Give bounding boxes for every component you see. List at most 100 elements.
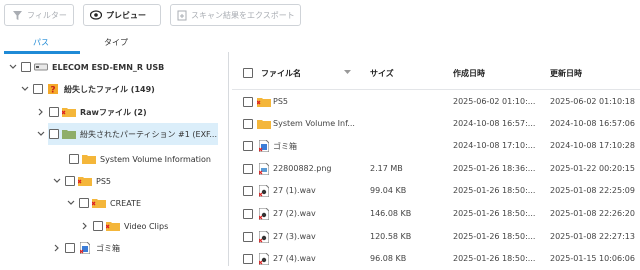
file-created: 2025-01-26 18:50:... [453, 209, 536, 218]
preview-button[interactable]: プレビュー [83, 4, 161, 26]
file-name: 27 (4).wav [273, 254, 316, 263]
column-header-modified[interactable]: 更新日時 [550, 68, 582, 79]
eye-icon [90, 9, 102, 21]
file-name: 22800882.png [273, 164, 332, 173]
row-checkbox[interactable] [243, 209, 253, 219]
tree-item-create[interactable]: CREATE [0, 192, 228, 214]
column-header-size[interactable]: サイズ [370, 68, 394, 79]
file-modified: 2024-10-08 16:57:06 [550, 119, 635, 128]
tree-label: 紛失したファイル (149) [64, 84, 155, 94]
preview-label: プレビュー [106, 10, 146, 20]
row-checkbox[interactable] [243, 97, 253, 107]
select-all-checkbox[interactable] [243, 68, 253, 78]
table-row[interactable]: 27 (1).wav 99.04 KB 2025-01-26 18:50:...… [232, 180, 640, 202]
chevron-down-icon[interactable] [66, 198, 76, 208]
trash-file-icon [257, 140, 271, 152]
chevron-right-icon[interactable] [80, 221, 90, 231]
table-row[interactable]: ゴミ箱 2024-10-08 17:10:... 2024-10-08 17:1… [232, 135, 640, 157]
tree-label: ELECOM ESD-EMN_R USB [52, 62, 165, 72]
file-name: PS5 [273, 97, 288, 106]
filter-label: フィルター [27, 10, 67, 20]
file-created: 2024-10-08 17:10:... [453, 141, 536, 150]
drive-icon [34, 61, 48, 73]
checkbox[interactable] [65, 243, 75, 253]
tree-item-ps5[interactable]: PS5 [0, 170, 228, 192]
folder-lost-icon [92, 197, 106, 209]
tree-label: CREATE [110, 198, 141, 208]
trash-file-icon [78, 242, 92, 254]
table-row[interactable]: PS5 2025-06-02 01:10:... 2025-06-02 01:1… [232, 91, 640, 113]
tree-item-lost-files[interactable]: ? 紛失したファイル (149) [0, 78, 228, 100]
tree-item-drive[interactable]: ELECOM ESD-EMN_R USB [0, 56, 228, 78]
file-created: 2025-01-26 18:50:... [453, 186, 536, 195]
tree-item-trash[interactable]: ゴミ箱 [0, 237, 228, 259]
checkbox[interactable] [65, 176, 75, 186]
file-created: 2025-06-02 01:10:... [453, 97, 536, 106]
sort-arrow-icon[interactable] [344, 68, 351, 77]
file-modified: 2025-01-08 22:25:09 [550, 186, 635, 195]
checkbox[interactable] [69, 154, 79, 164]
tree-item-raw-files[interactable]: Rawファイル (2) [0, 101, 228, 123]
file-modified: 2025-01-08 22:27:13 [550, 232, 635, 241]
tree-item-lost-partition[interactable]: 紛失されたパーティション #1 (EXF... [37, 123, 218, 145]
chevron-down-icon[interactable] [36, 129, 46, 139]
file-modified: 2024-10-08 17:10:28 [550, 141, 635, 150]
export-scan-button[interactable]: スキャン結果をエクスポート [170, 4, 301, 26]
checkbox[interactable] [49, 129, 59, 139]
file-name: ゴミ箱 [273, 142, 297, 151]
file-modified: 2025-01-08 22:26:20 [550, 209, 635, 218]
checkbox[interactable] [49, 107, 59, 117]
row-checkbox[interactable] [243, 232, 253, 242]
tree-label: ゴミ箱 [96, 243, 120, 253]
active-tab-indicator [4, 51, 80, 54]
svg-text:?: ? [50, 86, 55, 96]
row-checkbox[interactable] [243, 119, 253, 129]
file-created: 2024-10-08 16:57:... [453, 119, 536, 128]
tab-type[interactable]: タイプ [76, 34, 156, 54]
column-header-created[interactable]: 作成日時 [453, 68, 485, 79]
table-row[interactable]: 27 (4).wav 96.08 KB 2025-01-26 18:50:...… [232, 248, 640, 270]
checkbox[interactable] [93, 221, 103, 231]
column-header-name[interactable]: ファイル名 [261, 68, 301, 79]
file-size: 99.04 KB [370, 186, 407, 195]
row-checkbox[interactable] [243, 186, 253, 196]
folder-lost-icon [78, 175, 92, 187]
wav-file-icon [257, 185, 271, 197]
checkbox[interactable] [21, 62, 31, 72]
file-name: System Volume Inf... [273, 119, 355, 128]
tree-label: System Volume Information [100, 154, 211, 164]
file-size: 120.58 KB [370, 232, 412, 241]
file-size: 2.17 MB [370, 164, 403, 173]
tree-item-video-clips[interactable]: Video Clips [0, 215, 228, 237]
png-file-icon [257, 163, 271, 175]
export-label: スキャン結果をエクスポート [191, 10, 295, 20]
view-tabs: パス タイプ [0, 34, 228, 54]
file-created: 2025-01-26 18:50:... [453, 254, 536, 263]
tree-item-system-volume[interactable]: System Volume Information [0, 148, 228, 170]
toolbar: フィルター プレビュー スキャン結果をエクスポート [0, 0, 640, 31]
row-checkbox[interactable] [243, 254, 253, 264]
folder-tree: ELECOM ESD-EMN_R USB ? 紛失したファイル (149) Ra… [0, 56, 228, 266]
table-row[interactable]: 27 (3).wav 120.58 KB 2025-01-26 18:50:..… [232, 226, 640, 248]
table-row[interactable]: System Volume Inf... 2024-10-08 16:57:..… [232, 113, 640, 135]
chevron-down-icon[interactable] [8, 62, 18, 72]
checkbox[interactable] [79, 198, 89, 208]
row-checkbox[interactable] [243, 164, 253, 174]
chevron-down-icon[interactable] [20, 84, 30, 94]
file-created: 2025-01-26 18:50:... [453, 232, 536, 241]
filter-button[interactable]: フィルター [4, 4, 74, 26]
table-row[interactable]: 27 (2).wav 146.08 KB 2025-01-26 18:50:..… [232, 203, 640, 225]
file-size: 146.08 KB [370, 209, 412, 218]
chevron-right-icon[interactable] [36, 107, 46, 117]
row-checkbox[interactable] [243, 141, 253, 151]
file-modified: 2025-01-15 10:06:06 [550, 254, 635, 263]
pane-divider[interactable] [228, 52, 229, 266]
table-row[interactable]: 22800882.png 2.17 MB 2025-01-26 18:36:..… [232, 158, 640, 180]
chevron-right-icon[interactable] [52, 243, 62, 253]
filter-icon [11, 9, 23, 21]
file-list-header: ファイル名 サイズ 作成日時 更新日時 [232, 56, 640, 90]
chevron-down-icon[interactable] [52, 176, 62, 186]
tree-label: Video Clips [124, 221, 169, 231]
partition-icon [62, 128, 76, 140]
checkbox[interactable] [33, 84, 43, 94]
